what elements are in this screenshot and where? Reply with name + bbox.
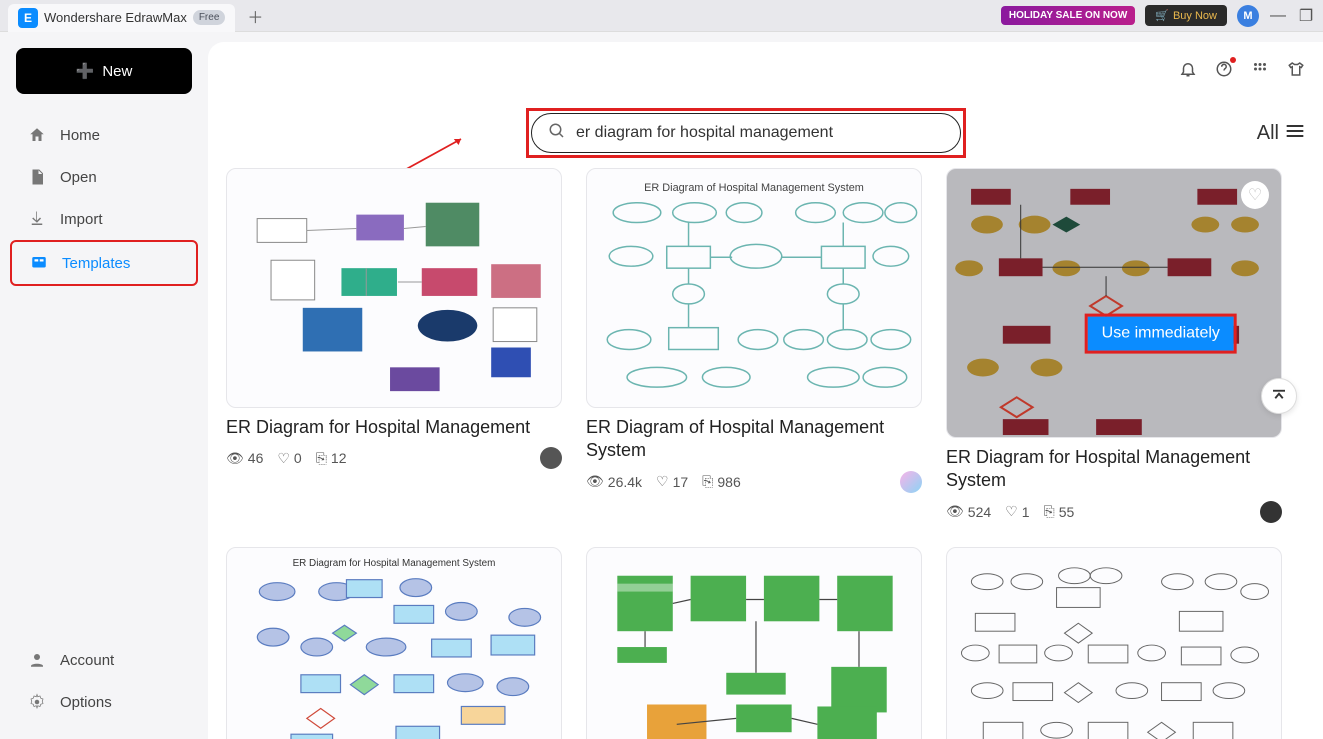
bell-icon[interactable] <box>1179 60 1197 83</box>
eye-icon: 👁 <box>946 503 964 520</box>
app-tab[interactable]: E Wondershare EdrawMax Free <box>8 4 235 32</box>
templates-icon <box>30 254 48 272</box>
sidebar-item-templates[interactable]: Templates <box>10 240 198 286</box>
app-logo-icon: E <box>18 8 38 28</box>
eye-icon: 👁 <box>586 473 604 490</box>
template-card[interactable] <box>946 547 1282 739</box>
search-icon <box>548 122 566 145</box>
search-highlight-box <box>526 108 966 158</box>
template-thumbnail <box>586 547 922 739</box>
holiday-sale-button[interactable]: HOLIDAY SALE ON NOW <box>1001 6 1135 25</box>
sidebar-item-import[interactable]: Import <box>10 198 198 240</box>
template-card[interactable] <box>586 547 922 739</box>
template-thumbnail: ER Diagram for Hospital Management Syste… <box>226 547 562 739</box>
template-meta: 👁524 ♡1 ⎘55 <box>946 501 1282 523</box>
copy-icon: ⎘ <box>1044 503 1055 520</box>
copy-icon: ⎘ <box>702 473 713 490</box>
use-immediately-button[interactable]: Use immediately <box>1088 317 1234 351</box>
copy-icon: ⎘ <box>316 450 327 467</box>
user-icon <box>28 651 46 669</box>
template-thumbnail: ♡ <box>946 168 1282 438</box>
shirt-icon[interactable] <box>1287 60 1305 83</box>
sidebar: ➕ New Home Open Import Templates Account <box>0 32 208 739</box>
sidebar-item-options[interactable]: Options <box>10 681 198 723</box>
sidebar-item-open[interactable]: Open <box>10 156 198 198</box>
svg-text:ER Diagram of Hospital Managem: ER Diagram of Hospital Management System <box>644 182 864 194</box>
sidebar-item-account[interactable]: Account <box>10 639 198 681</box>
grid-icon[interactable] <box>1251 60 1269 83</box>
plus-icon: ➕ <box>76 62 95 80</box>
template-thumbnail: ER Diagram of Hospital Management System <box>586 168 922 408</box>
template-card[interactable]: ER Diagram for Hospital Management Syste… <box>226 547 562 739</box>
titlebar: E Wondershare EdrawMax Free ＋ HOLIDAY SA… <box>0 0 1323 32</box>
author-avatar[interactable] <box>540 447 562 469</box>
template-title: ER Diagram of Hospital Management System <box>586 416 922 463</box>
template-title: ER Diagram for Hospital Management Syste… <box>946 446 1282 493</box>
heart-icon: ♡ <box>656 473 669 490</box>
template-thumbnail <box>946 547 1282 739</box>
template-card[interactable]: ER Diagram of Hospital Management System <box>586 168 922 523</box>
file-icon <box>28 168 46 186</box>
toolbar-icons <box>1179 60 1305 83</box>
eye-icon: 👁 <box>226 450 244 467</box>
filter-all-button[interactable]: All <box>1257 122 1305 145</box>
author-avatar[interactable] <box>900 471 922 493</box>
buy-now-button[interactable]: 🛒 Buy Now <box>1145 5 1227 26</box>
user-avatar[interactable]: M <box>1237 5 1259 27</box>
scroll-top-button[interactable] <box>1261 378 1297 414</box>
template-title: ER Diagram for Hospital Management <box>226 416 562 439</box>
cart-icon: 🛒 <box>1155 9 1169 22</box>
app-title: Wondershare EdrawMax <box>44 10 187 25</box>
free-badge: Free <box>193 10 226 25</box>
favorite-button[interactable]: ♡ <box>1241 181 1269 209</box>
minimize-button[interactable]: — <box>1269 7 1287 25</box>
heart-icon: ♡ <box>277 450 290 467</box>
template-meta: 👁46 ♡0 ⎘12 <box>226 447 562 469</box>
search-input[interactable] <box>576 124 944 142</box>
new-button[interactable]: ➕ New <box>16 48 192 94</box>
home-icon <box>28 126 46 144</box>
sidebar-item-home[interactable]: Home <box>10 114 198 156</box>
svg-text:ER Diagram for Hospital Manage: ER Diagram for Hospital Management Syste… <box>293 558 496 569</box>
templates-grid: ER Diagram for Hospital Management 👁46 ♡… <box>226 168 1305 739</box>
template-card[interactable]: ♡ <box>946 168 1282 523</box>
heart-icon: ♡ <box>1005 503 1018 520</box>
gear-icon <box>28 693 46 711</box>
maximize-button[interactable]: ❐ <box>1297 7 1315 25</box>
new-tab-button[interactable]: ＋ <box>247 4 263 28</box>
author-avatar[interactable] <box>1260 501 1282 523</box>
help-icon[interactable] <box>1215 60 1233 83</box>
menu-icon <box>1285 122 1305 145</box>
template-card[interactable]: ER Diagram for Hospital Management 👁46 ♡… <box>226 168 562 523</box>
template-meta: 👁26.4k ♡17 ⎘986 <box>586 471 922 493</box>
download-icon <box>28 210 46 228</box>
template-thumbnail <box>226 168 562 408</box>
search-box[interactable] <box>531 113 961 153</box>
main-content: All <box>208 42 1323 739</box>
